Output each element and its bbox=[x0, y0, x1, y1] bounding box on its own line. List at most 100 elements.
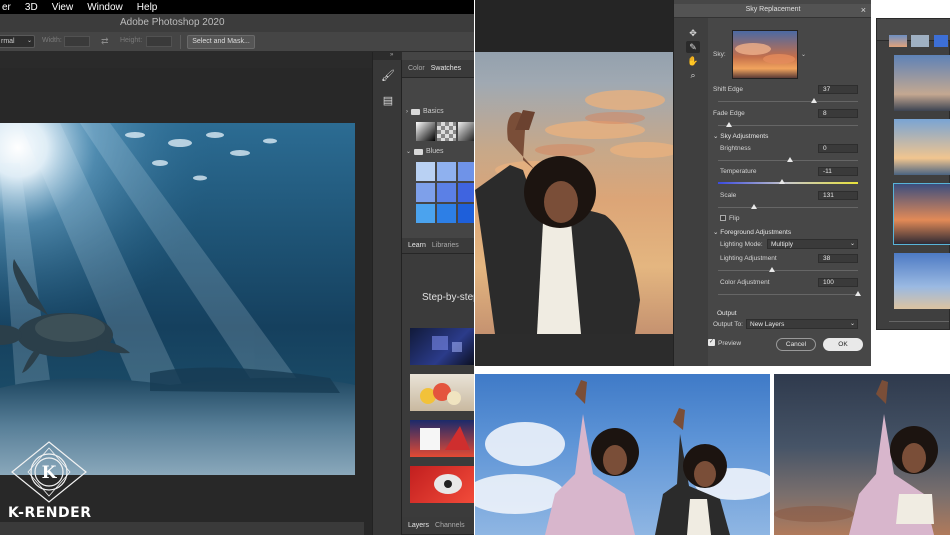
output-to-label: Output To: bbox=[713, 321, 743, 328]
menu-item-edit[interactable]: er bbox=[2, 2, 11, 13]
collapse-arrows-icon[interactable]: » bbox=[390, 52, 393, 58]
slider-thumb[interactable] bbox=[787, 157, 793, 162]
sky-preset-thumb[interactable] bbox=[894, 55, 950, 111]
move-icon[interactable]: ✥ bbox=[686, 27, 700, 39]
learn-tutorial-thumb[interactable] bbox=[410, 420, 474, 457]
menu-item-help[interactable]: Help bbox=[137, 2, 158, 13]
layers-icon[interactable]: ▤ bbox=[381, 94, 395, 108]
chevron-down-icon[interactable]: ⌄ bbox=[801, 51, 806, 58]
output-to-value: New Layers bbox=[750, 321, 785, 328]
learn-tutorial-thumb[interactable] bbox=[410, 328, 474, 365]
slider-thumb[interactable] bbox=[779, 179, 785, 184]
folder-icon bbox=[414, 148, 424, 155]
brush-icon[interactable]: 🖌 bbox=[381, 69, 395, 83]
lighting-adjustment-field[interactable]: 38 bbox=[818, 254, 858, 263]
slider-thumb[interactable] bbox=[811, 98, 817, 103]
lighting-adjustment-label: Lighting Adjustment bbox=[720, 255, 777, 262]
learn-tutorial-thumb[interactable] bbox=[410, 466, 474, 503]
brightness-slider[interactable] bbox=[718, 157, 858, 162]
shift-edge-slider[interactable] bbox=[718, 98, 858, 103]
ok-button[interactable]: OK bbox=[823, 338, 863, 351]
slider-thumb[interactable] bbox=[751, 204, 757, 209]
tab-layers[interactable]: Layers bbox=[408, 522, 429, 529]
swatch-group-basics[interactable]: › Basics bbox=[406, 108, 444, 115]
preset-group-thumb[interactable] bbox=[934, 35, 948, 47]
zoom-icon[interactable]: ⌕ bbox=[686, 69, 700, 81]
sky-replacement-dialog: Sky Replacement × ✥ ✎ ✋ ⌕ Sky: ⌄ Shift E… bbox=[673, 0, 872, 366]
swatch[interactable] bbox=[458, 122, 474, 141]
tab-learn[interactable]: Learn bbox=[408, 242, 426, 249]
swatch[interactable] bbox=[458, 183, 474, 202]
brightness-field[interactable]: 0 bbox=[818, 144, 858, 153]
window-title: Adobe Photoshop 2020 bbox=[120, 17, 225, 28]
output-to-select[interactable]: New Layers ⌄ bbox=[746, 319, 858, 329]
swatch[interactable] bbox=[416, 183, 435, 202]
document-canvas[interactable] bbox=[0, 123, 355, 475]
swatch[interactable] bbox=[458, 204, 474, 223]
temperature-field[interactable]: -11 bbox=[818, 167, 858, 176]
swap-icon[interactable]: ⇄ bbox=[101, 36, 109, 47]
width-field[interactable] bbox=[64, 36, 90, 47]
slider-thumb[interactable] bbox=[726, 122, 732, 127]
sky-brush-icon[interactable]: ✎ bbox=[686, 41, 700, 53]
foreground-adjustments-section[interactable]: ⌄ Foreground Adjustments bbox=[713, 228, 791, 236]
shift-edge-field[interactable]: 37 bbox=[818, 85, 858, 94]
lighting-adjustment-slider[interactable] bbox=[718, 267, 858, 272]
swatch[interactable] bbox=[437, 183, 456, 202]
swatch[interactable] bbox=[458, 162, 474, 181]
preview-checkbox[interactable]: ✓ bbox=[708, 339, 715, 346]
mode-select[interactable]: rmal ⌄ bbox=[0, 35, 35, 48]
flip-checkbox[interactable] bbox=[720, 215, 726, 221]
watermark-text: K-RENDER bbox=[8, 505, 92, 521]
panel-scrollbar[interactable] bbox=[889, 321, 949, 322]
fade-edge-label: Fade Edge bbox=[713, 110, 745, 117]
swatch-group-blues[interactable]: ⌄ Blues bbox=[406, 148, 444, 155]
temperature-slider[interactable] bbox=[718, 179, 858, 184]
close-icon[interactable]: × bbox=[861, 5, 866, 15]
dramatic-sky-result-photo bbox=[774, 374, 950, 535]
menu-item-3d[interactable]: 3D bbox=[25, 2, 38, 13]
sky-preset-thumb[interactable] bbox=[894, 253, 950, 309]
sky-preset-thumbnail[interactable] bbox=[732, 30, 798, 79]
sky-preset-thumb[interactable] bbox=[894, 119, 950, 175]
swatch[interactable] bbox=[416, 204, 435, 223]
sky-preset-thumb-selected[interactable] bbox=[893, 183, 950, 245]
scale-slider[interactable] bbox=[718, 204, 858, 209]
tab-libraries[interactable]: Libraries bbox=[432, 242, 459, 249]
flip-label: Flip bbox=[729, 215, 740, 222]
select-and-mask-button[interactable]: Select and Mask... bbox=[187, 35, 255, 49]
dialog-title: Sky Replacement bbox=[745, 6, 801, 13]
slider-thumb[interactable] bbox=[769, 267, 775, 272]
hand-icon[interactable]: ✋ bbox=[686, 55, 700, 67]
dialog-header: Sky Replacement × bbox=[674, 4, 872, 18]
swatch[interactable] bbox=[416, 162, 435, 181]
swatch[interactable] bbox=[437, 122, 456, 141]
height-field[interactable] bbox=[146, 36, 172, 47]
chevron-down-icon: ⌄ bbox=[26, 38, 32, 44]
tab-channels[interactable]: Channels bbox=[435, 522, 465, 529]
color-adjustment-field[interactable]: 100 bbox=[818, 278, 858, 287]
scale-field[interactable]: 131 bbox=[818, 191, 858, 200]
color-adjustment-slider[interactable] bbox=[718, 291, 861, 296]
scale-label: Scale bbox=[720, 192, 737, 199]
sky-adjustments-section[interactable]: ⌄ Sky Adjustments bbox=[713, 132, 768, 140]
learn-tutorial-thumb[interactable] bbox=[410, 374, 474, 411]
fade-edge-slider[interactable] bbox=[718, 122, 858, 127]
preset-group-thumb[interactable] bbox=[911, 35, 929, 47]
tab-color[interactable]: Color bbox=[408, 65, 425, 72]
lighting-mode-label: Lighting Mode: bbox=[720, 241, 763, 248]
right-panels: Color Swatches › Basics ⌄ Blues Learn Li… bbox=[402, 52, 474, 535]
sky-presets-panel bbox=[876, 18, 950, 330]
swatch[interactable] bbox=[437, 162, 456, 181]
menu-item-window[interactable]: Window bbox=[87, 2, 123, 13]
swatch[interactable] bbox=[437, 204, 456, 223]
lighting-mode-select[interactable]: Multiply ⌄ bbox=[767, 239, 858, 249]
tab-swatches[interactable]: Swatches bbox=[431, 65, 461, 72]
preview-label: Preview bbox=[718, 340, 742, 347]
slider-thumb[interactable] bbox=[855, 291, 861, 296]
preset-group-thumb[interactable] bbox=[889, 35, 907, 47]
cancel-button[interactable]: Cancel bbox=[776, 338, 816, 351]
fade-edge-field[interactable]: 8 bbox=[818, 109, 858, 118]
swatch[interactable] bbox=[416, 122, 435, 141]
menu-item-view[interactable]: View bbox=[52, 2, 74, 13]
